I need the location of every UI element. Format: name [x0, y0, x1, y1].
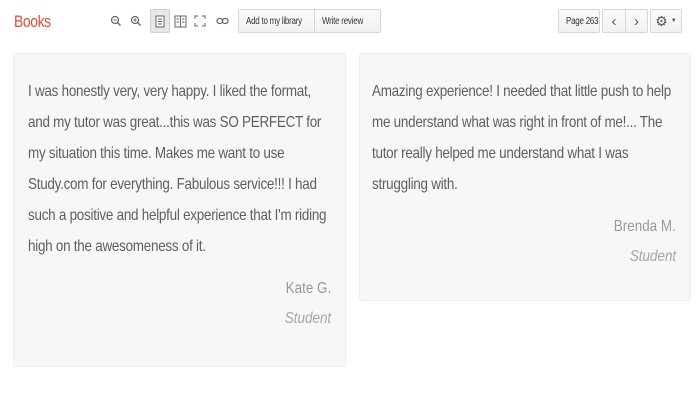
page-nav-arrows: ‹ ›: [602, 9, 648, 33]
next-page-icon[interactable]: ›: [625, 10, 647, 32]
books-logo[interactable]: Books: [14, 12, 51, 32]
page-nav: ‹ ›: [602, 9, 648, 33]
testimonial-role: Student: [284, 310, 331, 327]
page-controls: Page 263 ▼: [558, 9, 609, 33]
testimonial-card: Amazing experience! I needed that little…: [359, 53, 691, 301]
zoom-in-icon[interactable]: [126, 9, 146, 33]
chevron-down-icon: ▼: [670, 18, 677, 24]
write-review-button[interactable]: Write review: [314, 9, 382, 33]
view-mode-controls: [150, 9, 210, 33]
page-selector-label: Page 263: [566, 15, 599, 27]
zoom-controls: [106, 9, 146, 33]
testimonial-author: Brenda M.: [613, 218, 676, 235]
page-selector-button[interactable]: Page 263 ▼: [558, 9, 609, 33]
fullscreen-icon[interactable]: [190, 9, 210, 33]
testimonial-quote: I was honestly very, very happy. I liked…: [28, 83, 327, 255]
settings-button[interactable]: ⚙ ▼: [650, 9, 682, 33]
testimonial-role: Student: [629, 248, 676, 265]
two-page-icon[interactable]: [170, 9, 190, 33]
zoom-out-icon[interactable]: [106, 9, 126, 33]
prev-page-icon[interactable]: ‹: [603, 10, 625, 32]
single-page-icon[interactable]: [150, 9, 170, 33]
testimonial-card: I was honestly very, very happy. I liked…: [13, 53, 346, 367]
write-review-label: Write review: [322, 15, 363, 27]
settings-control: ⚙ ▼: [650, 9, 682, 33]
gear-icon: ⚙: [655, 12, 668, 29]
link-icon[interactable]: [212, 9, 232, 33]
testimonial-quote: Amazing experience! I needed that little…: [372, 83, 671, 193]
testimonial-author: Kate G.: [285, 280, 331, 297]
books-toolbar: Books Add to my library ▼ Write r: [0, 0, 700, 44]
review-control: Write review: [314, 9, 382, 33]
add-to-library-label: Add to my library: [246, 15, 302, 27]
link-control: [212, 9, 232, 33]
